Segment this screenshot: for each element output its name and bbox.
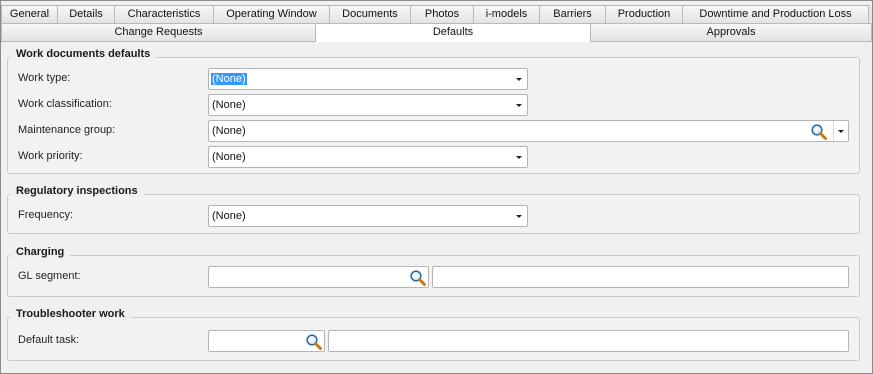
chevron-down-icon[interactable] xyxy=(516,215,522,218)
tab-details[interactable]: Details xyxy=(57,5,115,23)
gl-segment-row: GL segment: xyxy=(8,266,859,288)
gl-segment-label: GL segment: xyxy=(18,270,81,282)
maintenance-group-row: Maintenance group: (None) xyxy=(8,120,859,142)
chevron-down-icon[interactable] xyxy=(838,130,844,133)
work-classification-row: Work classification: (None) xyxy=(8,94,859,116)
default-task-description[interactable] xyxy=(328,330,849,352)
tab-barriers[interactable]: Barriers xyxy=(539,5,606,23)
group-title: Work documents defaults xyxy=(10,48,157,60)
work-type-label: Work type: xyxy=(18,72,71,84)
default-task-input[interactable] xyxy=(208,330,325,352)
tab-production[interactable]: Production xyxy=(605,5,683,23)
work-type-value: (None) xyxy=(211,73,247,85)
window: General Details Characteristics Operatin… xyxy=(0,0,873,374)
maintenance-group-label: Maintenance group: xyxy=(18,124,116,136)
work-documents-group: Work documents defaults Work type: (None… xyxy=(7,48,860,174)
tab-photos[interactable]: Photos xyxy=(410,5,474,23)
gl-segment-description[interactable] xyxy=(432,266,849,288)
maintenance-group-value: (None) xyxy=(212,125,246,137)
default-task-row: Default task: xyxy=(8,330,859,352)
gl-segment-input[interactable] xyxy=(208,266,429,288)
frequency-row: Frequency: (None) xyxy=(8,205,859,227)
chevron-down-icon[interactable] xyxy=(516,78,522,81)
tab-characteristics[interactable]: Characteristics xyxy=(114,5,214,23)
tab-operating-window[interactable]: Operating Window xyxy=(213,5,330,23)
work-type-select[interactable]: (None) xyxy=(208,68,528,90)
work-priority-select[interactable]: (None) xyxy=(208,146,528,168)
charging-group: Charging GL segment: xyxy=(7,246,860,297)
frequency-label: Frequency: xyxy=(18,209,74,221)
combo-divider xyxy=(833,121,834,141)
work-classification-select[interactable]: (None) xyxy=(208,94,528,116)
tab-approvals[interactable]: Approvals xyxy=(590,23,872,41)
tab-strip-row1: General Details Characteristics Operatin… xyxy=(1,5,872,23)
frequency-select[interactable]: (None) xyxy=(208,205,528,227)
frequency-value: (None) xyxy=(212,210,246,222)
work-classification-value: (None) xyxy=(212,99,246,111)
tab-defaults[interactable]: Defaults xyxy=(315,23,591,42)
group-title: Charging xyxy=(10,246,71,258)
tab-documents[interactable]: Documents xyxy=(329,5,411,23)
search-icon[interactable] xyxy=(810,123,828,140)
tab-downtime-production-loss[interactable]: Downtime and Production Loss xyxy=(682,5,869,23)
work-type-row: Work type: (None) xyxy=(8,68,859,90)
chevron-down-icon[interactable] xyxy=(516,104,522,107)
group-title: Regulatory inspections xyxy=(10,185,144,197)
defaults-panel: Work documents defaults Work type: (None… xyxy=(1,42,872,373)
chevron-down-icon[interactable] xyxy=(516,156,522,159)
work-priority-row: Work priority: (None) xyxy=(8,146,859,168)
tab-i-models[interactable]: i-models xyxy=(473,5,540,23)
search-icon[interactable] xyxy=(409,269,427,286)
troubleshooter-work-group: Troubleshooter work Default task: xyxy=(7,308,860,361)
tab-change-requests[interactable]: Change Requests xyxy=(1,23,316,41)
tab-strip-row2: Change Requests Defaults Approvals xyxy=(1,23,872,42)
tab-general[interactable]: General xyxy=(1,5,58,23)
group-title: Troubleshooter work xyxy=(10,308,131,320)
work-priority-label: Work priority: xyxy=(18,150,83,162)
default-task-label: Default task: xyxy=(18,334,80,346)
maintenance-group-select[interactable]: (None) xyxy=(208,120,849,142)
work-priority-value: (None) xyxy=(212,151,246,163)
work-classification-label: Work classification: xyxy=(18,98,112,110)
regulatory-inspections-group: Regulatory inspections Frequency: (None) xyxy=(7,185,860,234)
search-icon[interactable] xyxy=(305,333,323,350)
